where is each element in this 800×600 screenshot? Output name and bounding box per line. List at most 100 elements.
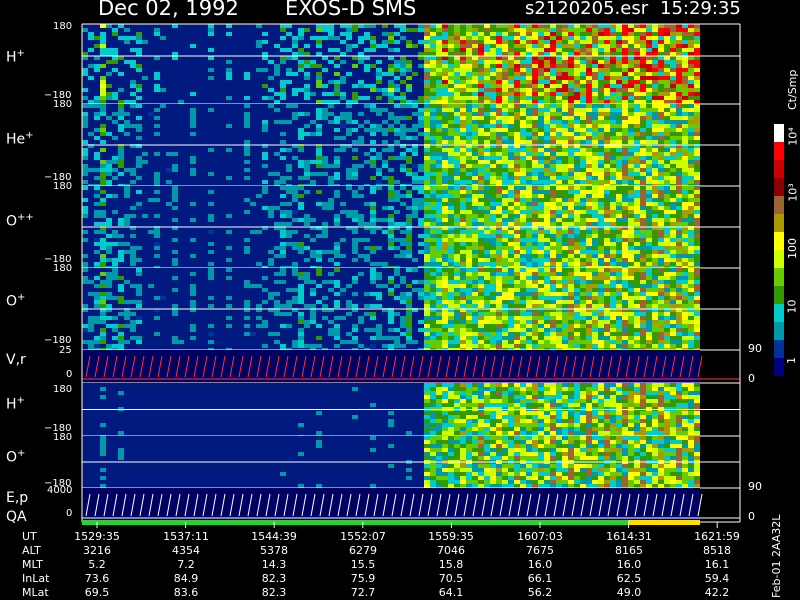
- spectrogram-cell: [82, 262, 88, 266]
- spectrogram-cell: [592, 320, 598, 324]
- spectrogram-cell: [652, 246, 658, 250]
- spectrogram-cell: [358, 218, 364, 222]
- spectrogram-cell: [496, 250, 502, 254]
- spectrogram-cell: [538, 68, 544, 72]
- spectrogram-cell: [574, 104, 580, 108]
- spectrogram-cell: [640, 124, 646, 128]
- spectrogram-cell: [94, 210, 100, 214]
- spectrogram-cell: [592, 210, 598, 214]
- spectrogram-cell: [610, 214, 616, 218]
- spectrogram-cell: [658, 64, 664, 68]
- spectrogram-cell: [574, 186, 580, 190]
- spectrogram-cell: [694, 242, 700, 246]
- spectrogram-cell: [688, 136, 694, 140]
- spectrogram-cell: [430, 24, 436, 28]
- spectrogram-cell: [658, 28, 664, 32]
- spectrogram-cell: [490, 336, 496, 340]
- spectrogram-cell: [454, 84, 460, 88]
- spectrogram-cell: [478, 288, 484, 292]
- spectrogram-cell: [682, 214, 688, 218]
- spectrogram-cell: [424, 176, 430, 180]
- spectrogram-cell: [532, 242, 538, 246]
- spectrogram-cell: [616, 164, 622, 168]
- spectrogram-cell: [640, 164, 646, 168]
- spectrogram-cell: [610, 136, 616, 140]
- spectrogram-cell: [640, 112, 646, 116]
- spectrogram-cell: [532, 316, 538, 320]
- spectrogram-cell: [106, 316, 112, 320]
- spectrogram-cell: [484, 64, 490, 68]
- spectrogram-cell: [478, 230, 484, 234]
- spectrogram-cell: [646, 76, 652, 80]
- spectrogram-cell: [604, 304, 610, 308]
- spectrogram-cell: [352, 194, 358, 198]
- spectrogram-cell: [106, 218, 112, 222]
- spectrogram-cell: [688, 32, 694, 36]
- spectrogram-cell: [340, 24, 346, 28]
- spectrogram-cell: [454, 148, 460, 152]
- spectrogram-cell: [592, 72, 598, 76]
- spectrogram-cell: [442, 268, 448, 272]
- spectrogram-cell: [598, 312, 604, 316]
- spectrogram-cell: [322, 160, 328, 164]
- spectrogram-cell: [424, 96, 430, 100]
- spectrogram-cell: [640, 258, 646, 262]
- spectrogram-cell: [442, 202, 448, 206]
- spectrogram-cell: [322, 116, 328, 120]
- spectrogram-cell: [610, 300, 616, 304]
- spectrogram-cell: [172, 168, 178, 172]
- spectrogram-cell: [370, 276, 376, 280]
- spectrogram-cell: [310, 250, 316, 254]
- spectrogram-cell: [448, 88, 454, 92]
- spectrogram-cell: [520, 210, 526, 214]
- spectrogram-cell: [382, 262, 388, 266]
- spectrogram-cell: [598, 300, 604, 304]
- spectrogram-cell: [502, 194, 508, 198]
- spectrogram-cell: [346, 340, 352, 344]
- spectrogram-cell: [328, 202, 334, 206]
- spectrogram-cell: [502, 210, 508, 214]
- spectrogram-cell: [256, 316, 262, 320]
- spectrogram-cell: [538, 76, 544, 80]
- spectrogram-cell: [646, 40, 652, 44]
- spectrogram-cell: [514, 84, 520, 88]
- spectrogram-cell: [454, 68, 460, 72]
- spectrogram-cell: [484, 124, 490, 128]
- spectrogram-cell: [454, 234, 460, 238]
- spectrogram-cell: [478, 194, 484, 198]
- spectrogram-cell: [694, 28, 700, 32]
- spectrogram-cell: [154, 116, 160, 120]
- spectrogram-cell: [334, 304, 340, 308]
- spectrogram-cell: [526, 64, 532, 68]
- spectrogram-cell: [172, 198, 178, 202]
- spectrogram-cell: [592, 176, 598, 180]
- spectrogram-cell: [676, 56, 682, 60]
- spectrogram-cell: [394, 328, 400, 332]
- spectrogram-cell: [454, 222, 460, 226]
- spectrogram-cell: [382, 148, 388, 152]
- spectrogram-cell: [100, 180, 106, 184]
- spectrogram-cell: [532, 108, 538, 112]
- spectrogram-cell: [262, 206, 268, 210]
- spectrogram-cell: [484, 32, 490, 36]
- spectrogram-cell: [298, 284, 304, 288]
- spectrogram-cell: [466, 56, 472, 60]
- spectrogram-cell: [652, 202, 658, 206]
- spectrogram-cell: [406, 68, 412, 72]
- spectrogram-cell: [448, 136, 454, 140]
- spectrogram-cell: [532, 136, 538, 140]
- spectrogram-cell: [634, 202, 640, 206]
- spectrogram-cell: [106, 222, 112, 226]
- spectrogram-cell: [496, 104, 502, 108]
- spectrogram-cell: [616, 68, 622, 72]
- spectrogram-cell: [436, 76, 442, 80]
- spectrogram-cell: [568, 324, 574, 328]
- spectrogram-cell: [544, 148, 550, 152]
- spectrogram-cell: [424, 300, 430, 304]
- spectrogram-cell: [388, 56, 394, 60]
- spectrogram-cell: [130, 246, 136, 250]
- spectrogram-cell: [556, 168, 562, 172]
- spectrogram-cell: [580, 68, 586, 72]
- spectrogram-cell: [454, 100, 460, 104]
- spectrogram-cell: [514, 100, 520, 104]
